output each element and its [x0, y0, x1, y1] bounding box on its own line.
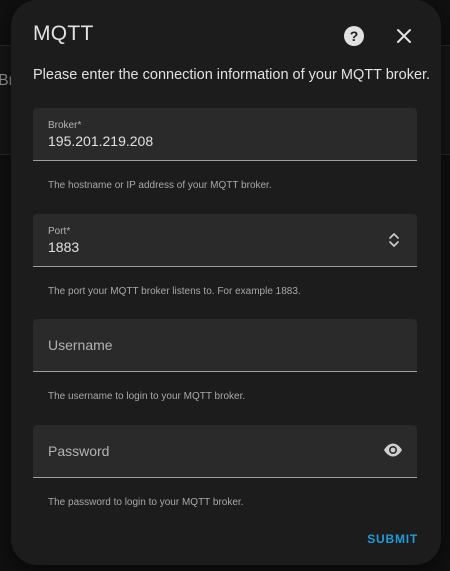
eye-icon[interactable]: [383, 442, 403, 458]
port-field[interactable]: Port* 1883: [33, 214, 417, 267]
username-helper: The username to login to your MQTT broke…: [48, 391, 246, 402]
port-label: Port*: [48, 226, 71, 237]
broker-field[interactable]: Broker* 195.201.219.208: [33, 108, 417, 161]
broker-helper: The hostname or IP address of your MQTT …: [48, 180, 272, 191]
submit-button[interactable]: SUBMIT: [367, 532, 418, 546]
port-helper: The port your MQTT broker listens to. Fo…: [48, 286, 301, 297]
password-placeholder: Password: [48, 443, 110, 459]
close-icon[interactable]: [394, 26, 414, 46]
username-field[interactable]: Username: [33, 319, 417, 372]
broker-value: 195.201.219.208: [48, 133, 154, 149]
username-placeholder: Username: [48, 337, 113, 353]
broker-label: Broker*: [48, 120, 82, 131]
stepper-icon[interactable]: [387, 232, 401, 248]
dialog-intro: Please enter the connection information …: [33, 67, 431, 83]
port-value: 1883: [48, 239, 80, 255]
mqtt-dialog: MQTT ? Please enter the connection infor…: [11, 0, 441, 565]
password-helper: The password to login to your MQTT broke…: [48, 497, 244, 508]
help-icon[interactable]: ?: [344, 26, 364, 46]
password-field[interactable]: Password: [33, 425, 417, 478]
dialog-title: MQTT: [33, 22, 94, 45]
